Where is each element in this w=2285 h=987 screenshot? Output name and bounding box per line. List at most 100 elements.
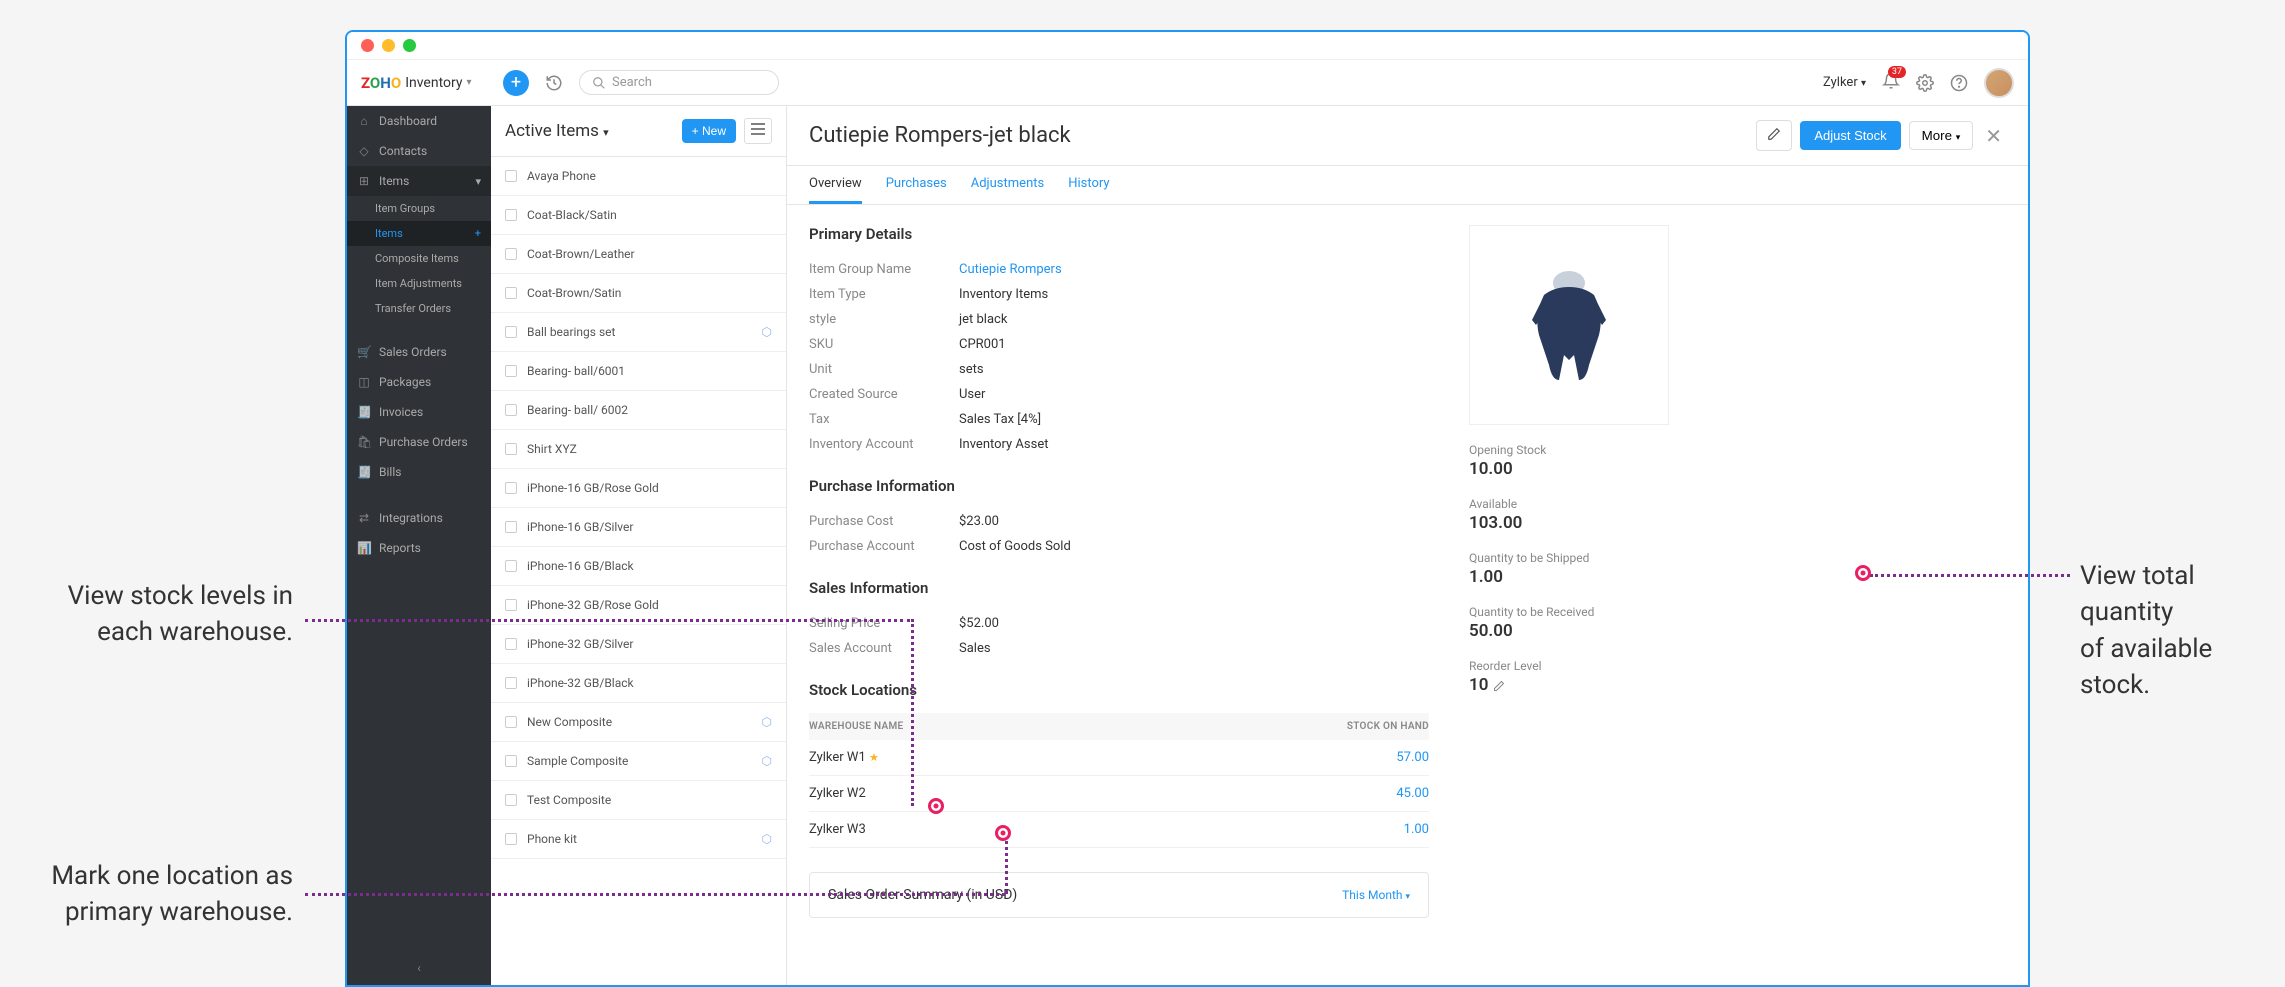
sidebar-item-items[interactable]: ⊞Items▾ [347, 166, 491, 196]
checkbox[interactable] [505, 443, 517, 455]
global-add-button[interactable]: + [503, 70, 529, 96]
history-icon[interactable] [541, 70, 567, 96]
sidebar-item-contacts[interactable]: ◇Contacts [347, 136, 491, 166]
tab-history[interactable]: History [1068, 166, 1109, 204]
list-item[interactable]: iPhone-32 GB/Black [491, 664, 786, 703]
checkbox[interactable] [505, 482, 517, 494]
list-item[interactable]: New Composite⬡ [491, 703, 786, 742]
checkbox[interactable] [505, 365, 517, 377]
marker-stock-levels [928, 798, 944, 814]
sidebar-collapse[interactable]: ‹ [347, 951, 491, 985]
window-minimize[interactable] [382, 39, 395, 52]
list-title[interactable]: Active Items ▾ [505, 121, 609, 141]
pencil-icon [1767, 127, 1781, 141]
close-button[interactable]: ✕ [1981, 124, 2006, 148]
checkbox[interactable] [505, 638, 517, 650]
checkbox[interactable] [505, 170, 517, 182]
metric-available: Available103.00 [1469, 497, 1749, 533]
sidebar-item-items[interactable]: Items+ [347, 221, 491, 246]
kv-row: Item Group NameCutiepie Rompers [809, 257, 1429, 282]
list-item[interactable]: Avaya Phone [491, 157, 786, 196]
list-menu-button[interactable] [744, 118, 772, 144]
list-item[interactable]: Ball bearings set⬡ [491, 313, 786, 352]
checkbox[interactable] [505, 794, 517, 806]
list-item[interactable]: Bearing- ball/ 6002 [491, 391, 786, 430]
notifications-button[interactable]: 37 [1882, 72, 1900, 94]
more-button[interactable]: More ▾ [1909, 121, 1974, 150]
sidebar-item-integrations[interactable]: ⇄Integrations [347, 503, 491, 533]
checkbox[interactable] [505, 560, 517, 572]
checkbox[interactable] [505, 677, 517, 689]
kv-row: Created SourceUser [809, 382, 1429, 407]
metric-quantity-to-be-received: Quantity to be Received50.00 [1469, 605, 1749, 641]
brand-text: Inventory [405, 75, 462, 91]
app-window: ZOHO Inventory ▾ + Search Zylker ▾ 37 ⌂D… [345, 30, 2030, 987]
list-item[interactable]: iPhone-16 GB/Silver [491, 508, 786, 547]
marker-primary-warehouse [995, 825, 1011, 841]
list-item[interactable]: Coat-Brown/Leather [491, 235, 786, 274]
item-list-pane: Active Items ▾ + New Avaya PhoneCoat-Bla… [491, 106, 787, 985]
sidebar-item-bills[interactable]: 🧾Bills [347, 457, 491, 487]
checkbox[interactable] [505, 326, 517, 338]
sidebar-item-reports[interactable]: 📊Reports [347, 533, 491, 563]
checkbox[interactable] [505, 287, 517, 299]
search-input[interactable]: Search [579, 70, 779, 95]
tab-purchases[interactable]: Purchases [886, 166, 947, 204]
sidebar-item-composite-items[interactable]: Composite Items [347, 246, 491, 271]
composite-icon: ⬡ [762, 832, 772, 846]
list-item[interactable]: Bearing- ball/6001 [491, 352, 786, 391]
stock-row[interactable]: Zylker W245.00 [809, 776, 1429, 812]
stock-row[interactable]: Zylker W31.00 [809, 812, 1429, 848]
new-item-button[interactable]: + New [682, 119, 736, 143]
list-item[interactable]: iPhone-16 GB/Rose Gold [491, 469, 786, 508]
summary-filter[interactable]: This Month ▾ [1342, 888, 1410, 902]
adjust-stock-button[interactable]: Adjust Stock [1800, 121, 1900, 150]
sidebar-item-dashboard[interactable]: ⌂Dashboard [347, 106, 491, 136]
checkbox[interactable] [505, 209, 517, 221]
window-close[interactable] [361, 39, 374, 52]
list-item[interactable]: iPhone-16 GB/Black [491, 547, 786, 586]
brand[interactable]: ZOHO Inventory ▾ [361, 74, 491, 92]
checkbox[interactable] [505, 521, 517, 533]
list-item[interactable]: Coat-Black/Satin [491, 196, 786, 235]
item-image [1469, 225, 1669, 425]
sidebar-item-purchase-orders[interactable]: 🛍Purchase Orders [347, 427, 491, 457]
stock-col-warehouse: WAREHOUSE NAME [809, 713, 1141, 740]
checkbox[interactable] [505, 599, 517, 611]
annotation-stock-levels: View stock levels in each warehouse. [18, 578, 293, 651]
edit-button[interactable] [1756, 120, 1792, 151]
metric-reorder-level: Reorder Level10 [1469, 659, 1749, 695]
list-item[interactable]: iPhone-32 GB/Silver [491, 625, 786, 664]
list-item[interactable]: Sample Composite⬡ [491, 742, 786, 781]
help-icon[interactable] [1950, 74, 1968, 92]
sidebar: ⌂Dashboard◇Contacts⊞Items▾Item GroupsIte… [347, 106, 491, 985]
tab-overview[interactable]: Overview [809, 166, 862, 204]
checkbox[interactable] [505, 755, 517, 767]
checkbox[interactable] [505, 833, 517, 845]
sidebar-item-packages[interactable]: ◫Packages [347, 367, 491, 397]
list-item[interactable]: Coat-Brown/Satin [491, 274, 786, 313]
avatar[interactable] [1984, 68, 2014, 98]
sidebar-item-transfer-orders[interactable]: Transfer Orders [347, 296, 491, 321]
tab-adjustments[interactable]: Adjustments [971, 166, 1045, 204]
romper-image-icon [1524, 265, 1614, 385]
window-maximize[interactable] [403, 39, 416, 52]
sidebar-item-item-groups[interactable]: Item Groups [347, 196, 491, 221]
detail-pane: Cutiepie Rompers-jet black Adjust Stock … [787, 106, 2028, 985]
annotation-primary-warehouse: Mark one location as primary warehouse. [0, 858, 293, 931]
list-item[interactable]: Phone kit⬡ [491, 820, 786, 859]
sidebar-item-sales-orders[interactable]: 🛒Sales Orders [347, 337, 491, 367]
sidebar-item-item-adjustments[interactable]: Item Adjustments [347, 271, 491, 296]
list-item[interactable]: Shirt XYZ [491, 430, 786, 469]
kv-row: Sales AccountSales [809, 636, 1429, 661]
section-stock-locations: Stock Locations [809, 681, 1429, 699]
checkbox[interactable] [505, 248, 517, 260]
section-primary-details: Primary Details [809, 225, 1429, 243]
settings-icon[interactable] [1916, 74, 1934, 92]
org-switcher[interactable]: Zylker ▾ [1823, 75, 1866, 90]
list-item[interactable]: Test Composite [491, 781, 786, 820]
checkbox[interactable] [505, 716, 517, 728]
checkbox[interactable] [505, 404, 517, 416]
stock-row[interactable]: Zylker W1 ★57.00 [809, 740, 1429, 776]
sidebar-item-invoices[interactable]: 🧾Invoices [347, 397, 491, 427]
